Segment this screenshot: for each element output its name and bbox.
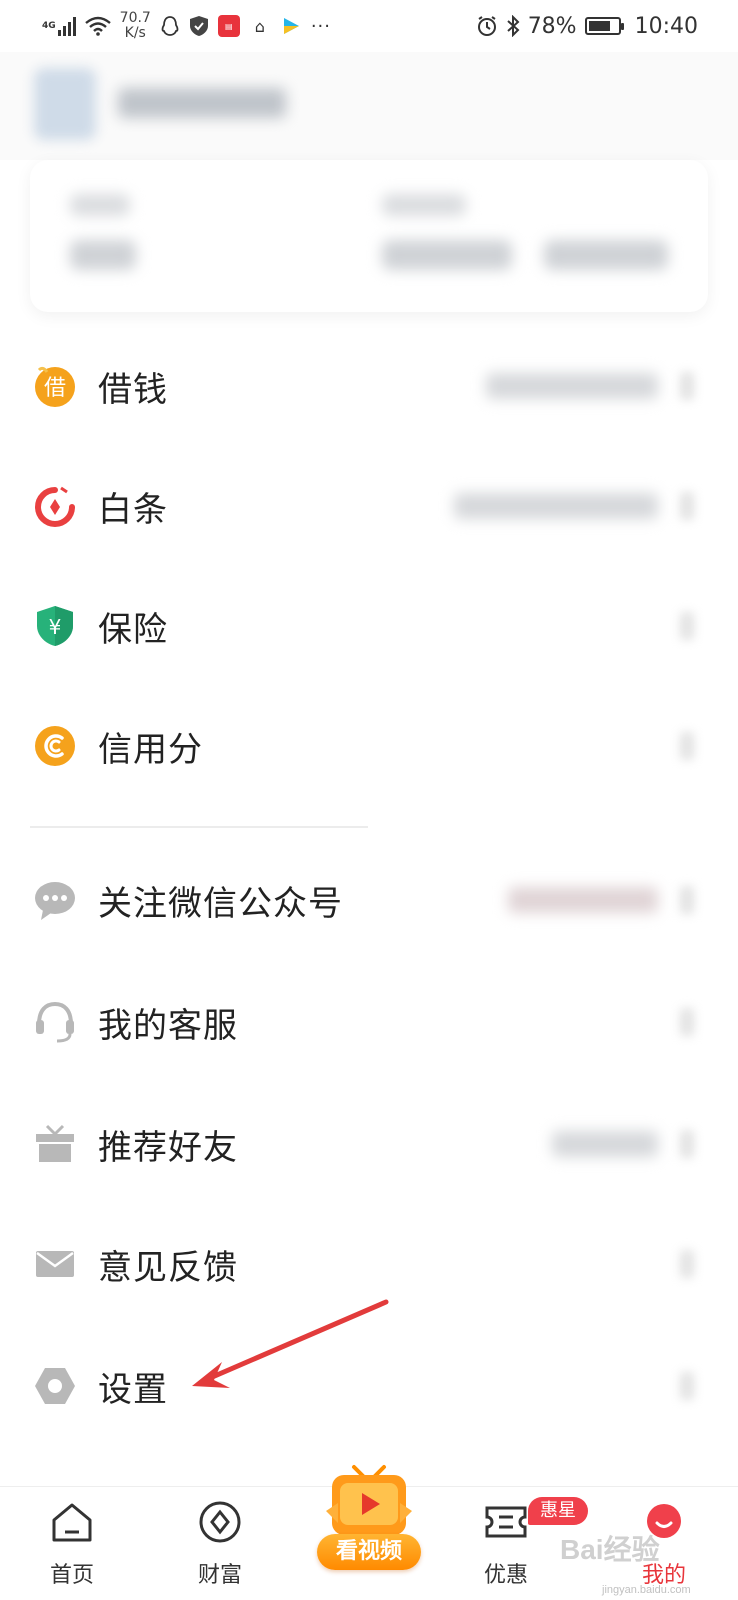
menu-label: 意见反馈 <box>98 1247 238 1288</box>
status-bar: 4G 70.7 K/s ▤ ⌂ ··· 78% 10:40 <box>0 0 738 52</box>
video-app-icon <box>283 18 299 34</box>
svg-text:¥: ¥ <box>49 615 62 639</box>
news-app-icon: ▤ <box>217 15 240 37</box>
photo-app-icon: ⌂ <box>254 16 265 36</box>
menu-value-redacted <box>508 887 658 913</box>
gift-icon <box>33 1122 77 1166</box>
coupon-icon <box>483 1499 529 1545</box>
chevron-right-icon <box>680 372 694 400</box>
nav-label: 首页 <box>49 1563 94 1588</box>
menu-label: 设置 <box>98 1369 168 1410</box>
coupon-badge: 惠星 <box>528 1497 588 1525</box>
menu-label: 信用分 <box>98 729 203 770</box>
menu-label: 白条 <box>98 489 168 530</box>
summary-value-redacted <box>382 240 512 270</box>
net-speed-value: 70.7 <box>119 10 151 26</box>
summary-value-redacted <box>70 240 136 270</box>
menu-label: 保险 <box>98 609 168 650</box>
signal-icon <box>57 16 76 36</box>
menu-item-wechat-follow[interactable]: 关注微信公众号 <box>0 840 738 960</box>
summary-value-redacted <box>544 240 668 270</box>
account-summary-card[interactable] <box>30 160 708 312</box>
battery-icon <box>584 17 624 35</box>
svg-text:借: 借 <box>44 376 66 401</box>
battery-percent: 78% <box>527 13 577 39</box>
menu-label: 推荐好友 <box>98 1127 238 1168</box>
chevron-right-icon <box>680 492 694 520</box>
avatar[interactable] <box>34 68 96 140</box>
menu-value-redacted <box>454 493 658 519</box>
nav-wealth[interactable]: 财富 <box>160 1487 280 1600</box>
chevron-right-icon <box>680 1008 694 1036</box>
menu-item-refer-friend[interactable]: 推荐好友 <box>0 1084 738 1204</box>
chevron-right-icon <box>680 612 694 640</box>
menu-item-insurance[interactable]: ¥ 保险 <box>0 566 738 686</box>
menu-item-customer-service[interactable]: 我的客服 <box>0 962 738 1082</box>
chevron-right-icon <box>680 1130 694 1158</box>
mail-icon <box>33 1242 77 1286</box>
menu-item-credit-score[interactable]: 信用分 <box>0 686 738 806</box>
watch-video-label[interactable]: 看视频 <box>317 1534 421 1570</box>
section-divider <box>30 826 368 828</box>
profile-header[interactable] <box>0 52 738 160</box>
net-speed: 70.7 K/s <box>120 11 151 41</box>
menu-label: 借钱 <box>98 369 168 410</box>
chevron-right-icon <box>680 1372 694 1400</box>
menu-item-settings[interactable]: 设置 <box>0 1326 738 1446</box>
menu-value-redacted <box>486 373 658 399</box>
chevron-right-icon <box>680 1250 694 1278</box>
menu-label: 关注微信公众号 <box>98 883 343 924</box>
shield-icon <box>189 16 208 36</box>
baidu-jingyan-watermark: Bai经验 <box>560 1534 660 1565</box>
wifi-icon <box>84 16 111 36</box>
qq-icon <box>161 16 179 36</box>
borrow-icon: 借 <box>33 364 77 408</box>
menu-item-borrow[interactable]: 借 借钱 <box>0 326 738 446</box>
cell-signal: 4G <box>42 16 76 36</box>
home-icon <box>49 1499 95 1545</box>
more-notifications: ··· <box>310 15 331 37</box>
summary-label-redacted <box>70 194 130 216</box>
watermark-url: jingyan.baidu.com <box>602 1584 691 1596</box>
menu-value-redacted <box>552 1131 658 1157</box>
insurance-shield-icon: ¥ <box>33 604 77 648</box>
net-speed-unit: K/s <box>124 25 146 41</box>
network-type: 4G <box>42 21 56 31</box>
nav-label: 优惠 <box>483 1563 528 1588</box>
nav-label: 财富 <box>197 1563 242 1588</box>
settings-hex-icon <box>33 1364 77 1408</box>
chevron-right-icon <box>680 732 694 760</box>
tv-play-icon <box>324 1461 414 1541</box>
summary-label-redacted <box>382 194 466 216</box>
chevron-right-icon <box>680 886 694 914</box>
username-redacted <box>118 88 286 118</box>
baitiao-icon <box>33 484 77 528</box>
headset-icon <box>33 1000 77 1044</box>
clock-time: 10:40 <box>634 13 698 39</box>
menu-item-baitiao[interactable]: 白条 <box>0 446 738 566</box>
alarm-icon <box>477 16 496 36</box>
bluetooth-icon <box>507 15 520 37</box>
wechat-chat-icon <box>33 878 77 922</box>
nav-home[interactable]: 首页 <box>12 1487 132 1600</box>
credit-score-icon <box>33 724 77 768</box>
menu-item-feedback[interactable]: 意见反馈 <box>0 1204 738 1324</box>
wealth-icon <box>197 1499 243 1545</box>
menu-label: 我的客服 <box>98 1005 238 1046</box>
